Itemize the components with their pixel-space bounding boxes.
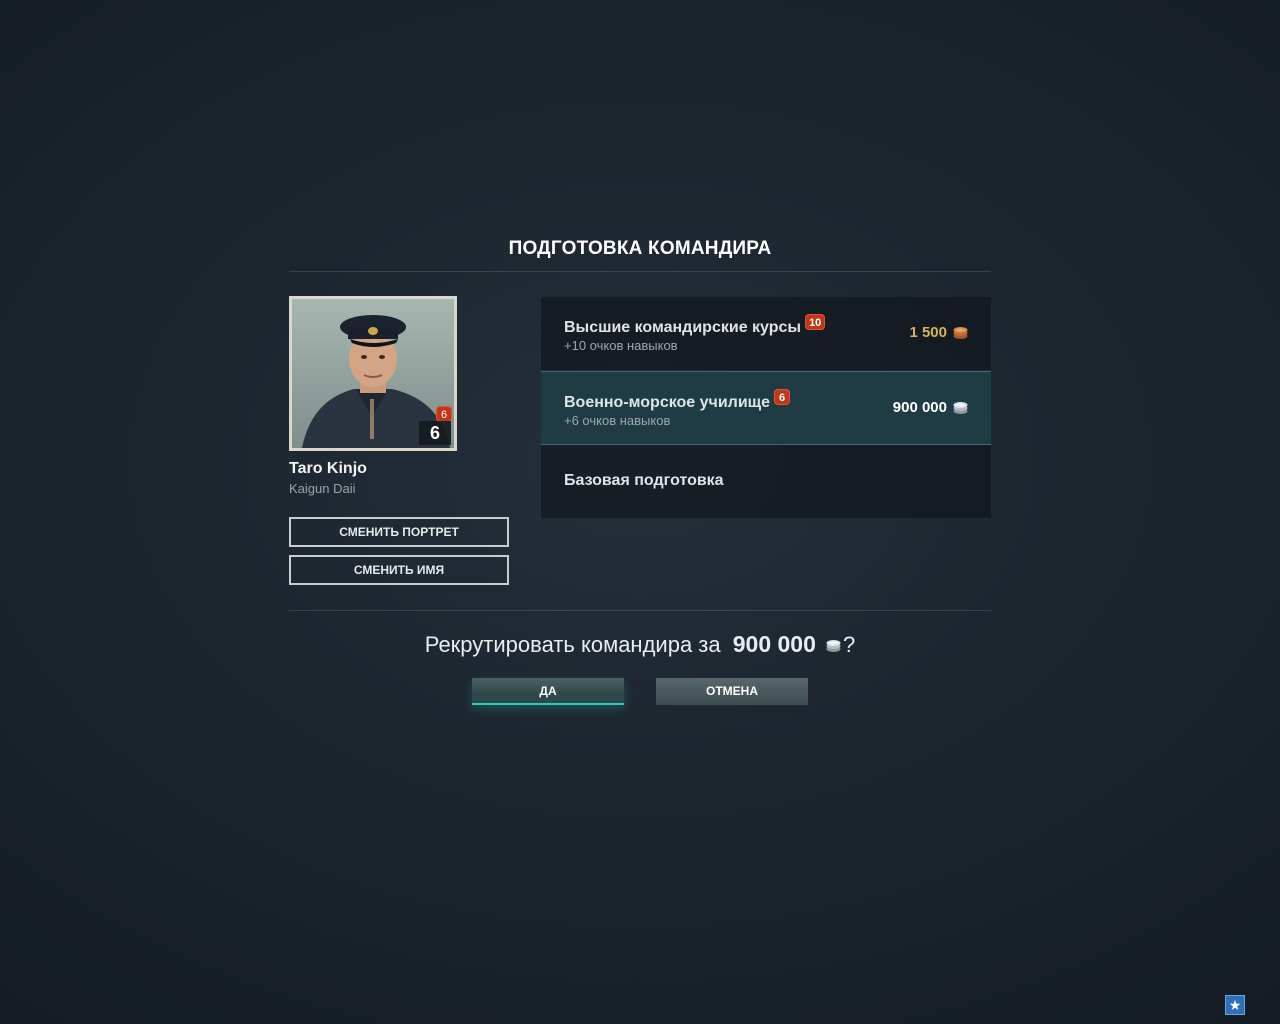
credits-icon bbox=[953, 401, 968, 415]
commander-rank: Kaigun Daii bbox=[289, 481, 356, 496]
option-title-text: Военно-морское училище bbox=[564, 394, 771, 411]
option-title: Военно-морское училище 6 bbox=[564, 389, 791, 412]
cancel-button[interactable]: ОТМЕНА bbox=[656, 678, 808, 705]
divider-top bbox=[289, 271, 991, 272]
option-price: 900 000 bbox=[893, 399, 968, 416]
dialog-title: ПОДГОТОВКА КОМАНДИРА bbox=[508, 238, 772, 259]
option-subtitle: +6 очков навыков bbox=[564, 413, 671, 428]
option-title: Базовая подготовка bbox=[564, 472, 724, 489]
confirm-amount: 900 000 bbox=[732, 631, 816, 657]
option-title-text: Высшие командирские курсы bbox=[564, 319, 802, 336]
training-options: Высшие командирские курсы 10 +10 очков на… bbox=[541, 297, 991, 519]
option-naval-academy[interactable]: Военно-морское училище 6 +6 очков навыков… bbox=[541, 371, 991, 445]
confirm-question: Рекрутировать командира за 900 000 ? bbox=[0, 631, 1280, 658]
option-badge: 6 bbox=[774, 389, 791, 405]
divider-bottom bbox=[289, 610, 991, 611]
option-price-value: 1 500 bbox=[909, 324, 947, 341]
option-advanced-courses[interactable]: Высшие командирские курсы 10 +10 очков на… bbox=[541, 297, 991, 371]
doubloon-icon bbox=[953, 326, 968, 340]
yes-button[interactable]: ДА bbox=[472, 678, 624, 705]
change-name-button[interactable]: СМЕНИТЬ ИМЯ bbox=[289, 555, 509, 585]
change-portrait-button[interactable]: СМЕНИТЬ ПОРТРЕТ bbox=[289, 517, 509, 547]
credits-icon bbox=[826, 633, 841, 652]
option-basic-training[interactable]: Базовая подготовка bbox=[541, 445, 991, 519]
confirm-suffix: ? bbox=[843, 632, 856, 657]
confirm-prefix: Рекрутировать командира за bbox=[424, 632, 721, 657]
option-title: Высшие командирские курсы 10 bbox=[564, 314, 826, 337]
skill-points-badge: 6 bbox=[436, 406, 452, 422]
commander-name: Taro Kinjo bbox=[289, 460, 367, 477]
option-badge: 10 bbox=[805, 314, 826, 330]
option-price-value: 900 000 bbox=[892, 399, 947, 416]
commander-level: 6 bbox=[419, 421, 451, 445]
option-price: 1 500 bbox=[909, 324, 968, 341]
commander-portrait: 6 6 bbox=[289, 296, 457, 451]
star-icon[interactable]: ★ bbox=[1225, 995, 1245, 1015]
option-subtitle: +10 очков навыков bbox=[564, 338, 678, 353]
